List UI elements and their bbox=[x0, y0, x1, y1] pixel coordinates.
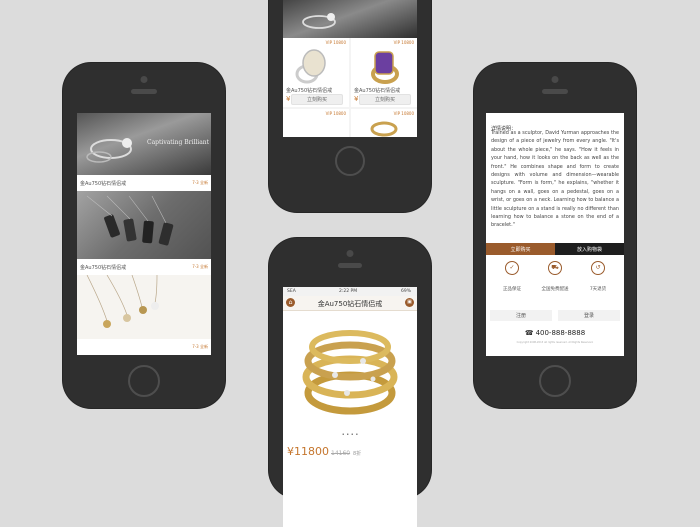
front-camera bbox=[346, 250, 354, 257]
truck-icon: ⛟ bbox=[548, 261, 562, 275]
product-image[interactable] bbox=[77, 191, 211, 259]
phone-icon: ☎ bbox=[524, 329, 534, 337]
item-tag: 7-3 全新 bbox=[192, 264, 208, 269]
detail-text: Trained as a sculptor, David Yurman appr… bbox=[491, 130, 619, 229]
front-camera bbox=[140, 76, 148, 83]
speaker bbox=[542, 89, 568, 94]
product-hero-ring bbox=[302, 330, 398, 415]
pendant-illustration bbox=[86, 195, 174, 246]
screen: 详情说明： Trained as a sculptor, David Yurma… bbox=[486, 113, 624, 356]
login-link[interactable]: 登录 bbox=[558, 310, 620, 321]
ring-illustration bbox=[370, 121, 398, 137]
screen: SEA 2:22 PM 69% ⌂ 金Au750钻石情侣戒 ▣ • • • • … bbox=[283, 287, 417, 527]
list-item[interactable]: 7-3 全新 bbox=[77, 339, 211, 355]
page-title: 金Au750钻石情侣戒 bbox=[317, 300, 383, 308]
front-camera bbox=[551, 76, 559, 83]
buy-button-label: 立刻购买 bbox=[374, 97, 395, 103]
speaker bbox=[338, 263, 362, 268]
vip-badge: VIP 10800 bbox=[325, 111, 346, 116]
screen: VIP 10800 金Au750钻石情侣戒 ¥11800 14160 8折 VI… bbox=[283, 0, 417, 137]
login-label: 登录 bbox=[583, 313, 594, 319]
banner-image[interactable] bbox=[283, 0, 417, 38]
banner-image[interactable]: Captivating Brilliant bbox=[77, 113, 211, 175]
status-carrier: SEA bbox=[287, 289, 296, 294]
status-battery: 69% bbox=[400, 289, 411, 294]
list-item[interactable]: 金Au750钻石情侣戒 7-3 全新 bbox=[77, 175, 211, 191]
phone-right: 详情说明： Trained as a sculptor, David Yurma… bbox=[474, 63, 636, 408]
status-bar: SEA 2:22 PM 69% bbox=[283, 287, 417, 296]
phone-top: VIP 10800 金Au750钻石情侣戒 ¥11800 14160 8折 VI… bbox=[269, 0, 431, 212]
item-title: 金Au750钻石情侣戒 bbox=[80, 181, 127, 187]
ring-illustration bbox=[302, 13, 336, 29]
add-cart-label: 放入购物袋 bbox=[576, 246, 602, 253]
speaker bbox=[131, 89, 157, 94]
feature-return: ↺ 7天退货 bbox=[578, 261, 618, 294]
item-tag: 7-3 全新 bbox=[192, 344, 208, 349]
item-tag: 7-3 全新 bbox=[192, 180, 208, 185]
necklace-illustration bbox=[86, 275, 159, 328]
product-card[interactable]: VIP 10800 bbox=[283, 109, 349, 137]
home-button[interactable] bbox=[128, 365, 160, 397]
status-time: 2:22 PM bbox=[339, 289, 358, 294]
feature-genuine: ✓ 正品保证 bbox=[492, 261, 532, 294]
list-item[interactable]: 金Au750钻石情侣戒 7-3 全新 bbox=[77, 259, 211, 275]
features-row: ✓ 正品保证 ⛟ 全国免费配送 ↺ 7天退货 bbox=[486, 261, 624, 297]
product-card[interactable]: VIP 10800 bbox=[351, 109, 417, 137]
register-label: 注册 bbox=[515, 313, 526, 319]
buy-button-label: 立刻购买 bbox=[306, 97, 327, 103]
feature-label: 7天退货 bbox=[589, 287, 607, 292]
feature-label: 正品保证 bbox=[503, 287, 521, 292]
phone-left: Captivating Brilliant 金Au750钻石情侣戒 7-3 全新… bbox=[63, 63, 225, 408]
phone-bottom: SEA 2:22 PM 69% ⌂ 金Au750钻石情侣戒 ▣ • • • • … bbox=[269, 238, 431, 527]
add-cart-button[interactable]: 放入购物袋 bbox=[555, 243, 624, 255]
item-title: 金Au750钻石情侣戒 bbox=[80, 265, 127, 271]
feature-label: 全国免费配送 bbox=[541, 287, 569, 292]
cart-icon[interactable]: ▣ bbox=[405, 298, 414, 307]
screen: Captivating Brilliant 金Au750钻石情侣戒 7-3 全新… bbox=[77, 113, 211, 355]
buy-button[interactable]: 立刻购买 bbox=[291, 94, 343, 105]
product-title: 金Au750钻石情侣戒 bbox=[354, 88, 401, 94]
hotline-number: 400-888-8888 bbox=[535, 329, 586, 337]
old-price: 14160 bbox=[331, 450, 351, 457]
moonstone-ring bbox=[295, 49, 326, 84]
discount: 8折 bbox=[353, 451, 362, 457]
carousel-dots[interactable]: • • • • bbox=[283, 432, 417, 438]
register-link[interactable]: 注册 bbox=[490, 310, 552, 321]
shield-icon: ✓ bbox=[505, 261, 519, 275]
home-button[interactable] bbox=[539, 365, 571, 397]
banner-caption: Captivating Brilliant bbox=[147, 139, 210, 146]
vip-badge: VIP 10800 bbox=[393, 40, 414, 45]
hotline[interactable]: ☎ 400-888-8888 bbox=[486, 327, 624, 339]
buy-now-button[interactable]: 立即购买 bbox=[486, 243, 555, 255]
buy-now-label: 立即购买 bbox=[510, 246, 531, 253]
product-image[interactable] bbox=[77, 275, 211, 339]
home-button[interactable] bbox=[335, 146, 365, 176]
feature-shipping: ⛟ 全国免费配送 bbox=[535, 261, 575, 294]
buy-button[interactable]: 立刻购买 bbox=[359, 94, 411, 105]
vip-badge: VIP 10800 bbox=[325, 40, 346, 45]
return-icon: ↺ bbox=[591, 261, 605, 275]
amethyst-ring bbox=[371, 51, 399, 84]
nav-bar: ⌂ 金Au750钻石情侣戒 ▣ bbox=[283, 296, 417, 311]
product-title: 金Au750钻石情侣戒 bbox=[286, 88, 333, 94]
copyright: Copyright 2008-2013 all rights reserved.… bbox=[516, 341, 594, 344]
product-price: ¥11800 bbox=[287, 445, 329, 458]
